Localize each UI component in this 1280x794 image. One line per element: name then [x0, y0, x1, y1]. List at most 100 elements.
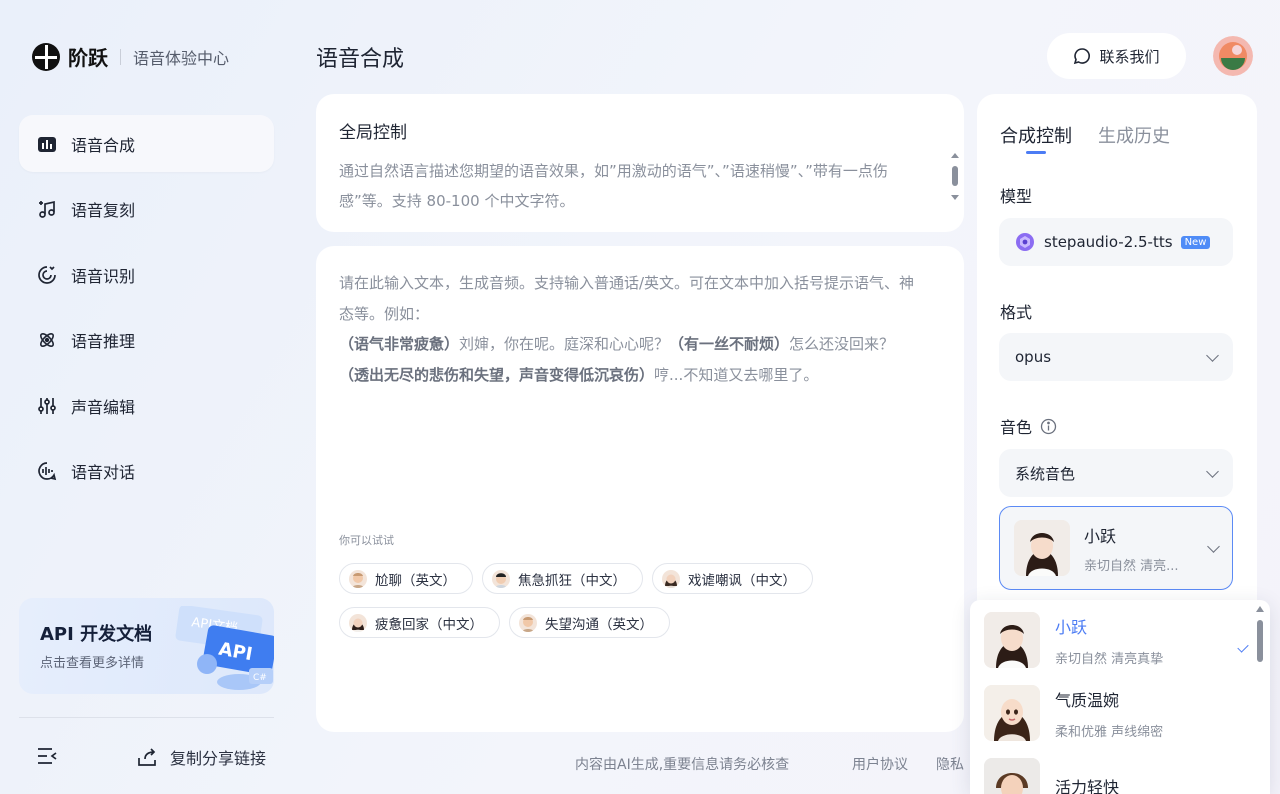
- brand-divider: [120, 48, 121, 65]
- collapse-menu-icon: [38, 748, 57, 764]
- chip-label: 失望沟通（英文）: [545, 616, 653, 633]
- text-input-area[interactable]: 请在此输入文本，生成音频。支持输入普通话/英文。可在文本中加入括号提示语气、神态…: [339, 268, 924, 390]
- voice-category-value: 系统音色: [1015, 464, 1076, 483]
- api-illustration-icon: API文档 API C#: [175, 606, 274, 690]
- collapse-sidebar-button[interactable]: [36, 745, 58, 771]
- example-text: 哼...不知道又去哪里了。: [654, 365, 819, 384]
- active-tab-indicator: [1026, 151, 1046, 154]
- voice-option-name: 活力轻快: [1055, 778, 1120, 794]
- tab-generation-history[interactable]: 生成历史: [1098, 122, 1170, 148]
- sidebar-item-speech-recognition[interactable]: 语音识别: [19, 246, 274, 303]
- example-emotion-tag: （有一丝不耐烦）: [669, 335, 790, 353]
- privacy-link[interactable]: 隐私: [936, 754, 964, 774]
- chip-label: 尬聊（英文）: [375, 572, 456, 589]
- global-control-scrollbar[interactable]: [950, 149, 960, 204]
- info-icon[interactable]: [1040, 418, 1057, 435]
- voice-option[interactable]: 活力轻快: [984, 758, 1119, 794]
- sidebar-item-speech-synthesis[interactable]: 语音合成: [19, 115, 274, 172]
- example-text: 刘婶，你在呢。庭深和心心呢？: [459, 335, 670, 353]
- brand-name: 阶跃: [68, 46, 108, 70]
- chip-avatar: [349, 613, 367, 632]
- sidebar-item-label: 语音推理: [71, 332, 136, 351]
- recognition-icon: [37, 265, 57, 285]
- sidebar-item-speech-reasoning[interactable]: 语音推理: [19, 312, 274, 369]
- example-chip[interactable]: 焦急抓狂（中文）: [482, 563, 643, 594]
- example-emotion-tag: （透出无尽的悲伤和失望，声音变得低沉哀伤）: [339, 365, 655, 384]
- voice-option[interactable]: 气质温婉 柔和优雅 声线绵密: [984, 685, 1163, 741]
- chip-label: 戏谑嘲讽（中文）: [688, 572, 796, 589]
- sidebar-item-label: 语音复刻: [71, 201, 136, 220]
- voice-label: 音色: [1000, 418, 1033, 437]
- voice-option-name: 小跃: [1055, 617, 1088, 637]
- voice-option-avatar: [984, 685, 1040, 741]
- sliders-icon: [37, 396, 57, 416]
- example-emotion-tag: （语气非常疲惫）: [339, 335, 460, 353]
- voice-avatar: [1014, 520, 1070, 576]
- copy-share-link-button[interactable]: 复制分享链接: [136, 745, 266, 769]
- brand-logo[interactable]: 阶跃 语音体验中心: [32, 42, 229, 71]
- waveform-chart-icon: [37, 134, 57, 154]
- check-icon: [1237, 641, 1249, 653]
- global-control-input[interactable]: 通过自然语言描述您期望的语音效果，如”用激动的语气”、”语速稍慢”、”带有一点伤…: [339, 156, 924, 216]
- voice-option-avatar: [984, 612, 1040, 668]
- share-icon: [138, 748, 156, 766]
- voice-dropdown-scrollbar[interactable]: [1254, 600, 1266, 794]
- sidebar-item-voice-dialogue[interactable]: 语音对话: [19, 443, 274, 500]
- example-chip[interactable]: 失望沟通（英文）: [509, 607, 670, 638]
- music-sparkle-icon: [37, 199, 57, 219]
- sidebar-item-voice-editing[interactable]: 声音编辑: [19, 377, 274, 434]
- example-chip[interactable]: 尬聊（英文）: [339, 563, 473, 594]
- voice-option-avatar: [984, 758, 1040, 794]
- example-chip[interactable]: 疲惫回家（中文）: [339, 607, 500, 638]
- model-logo-icon: [1016, 233, 1034, 251]
- sidebar-item-voice-clone[interactable]: 语音复刻: [19, 181, 274, 238]
- voice-select[interactable]: 小跃 亲切自然 清亮...: [999, 506, 1233, 590]
- voice-option[interactable]: 小跃 亲切自然 清亮真挚: [984, 612, 1249, 668]
- chip-avatar: [662, 569, 680, 588]
- voice-option-desc: 柔和优雅 声线绵密: [1055, 724, 1164, 740]
- chip-label: 焦急抓狂（中文）: [518, 572, 626, 589]
- model-select[interactable]: stepaudio-2.5-tts New: [999, 218, 1233, 266]
- example-chips: 尬聊（英文） 焦急抓狂（中文） 戏谑嘲讽（中文） 疲惫回家（中文） 失望沟通（英…: [339, 563, 859, 638]
- contact-us-label: 联系我们: [1099, 47, 1160, 66]
- user-avatar[interactable]: [1213, 36, 1253, 76]
- voice-category-select[interactable]: 系统音色: [999, 449, 1233, 497]
- model-label: 模型: [1000, 187, 1033, 206]
- sidebar-item-label: 语音合成: [71, 135, 136, 155]
- ai-content-notice: 内容由AI生成,重要信息请务必核查: [575, 757, 790, 773]
- chip-avatar: [349, 569, 367, 588]
- model-value: stepaudio-2.5-tts: [1044, 233, 1173, 251]
- api-docs-title: API 开发文档: [40, 624, 153, 645]
- example-text: 怎么还没回来？: [789, 335, 895, 353]
- chat-bubble-icon: [1074, 48, 1091, 65]
- voice-option-name: 气质温婉: [1055, 690, 1120, 710]
- brand-mark-icon: [32, 42, 60, 71]
- chevron-down-icon: [1206, 348, 1219, 362]
- sidebar-item-label: 声音编辑: [71, 397, 136, 417]
- selected-voice-desc: 亲切自然 清亮...: [1084, 558, 1179, 574]
- format-select[interactable]: opus: [999, 333, 1233, 381]
- global-control-title: 全局控制: [339, 123, 407, 143]
- text-input-card[interactable]: 请在此输入文本，生成音频。支持输入普通话/英文。可在文本中加入括号提示语气、神态…: [316, 246, 964, 732]
- sidebar-divider: [19, 717, 274, 718]
- contact-us-button[interactable]: 联系我们: [1047, 33, 1186, 79]
- atom-icon: [37, 330, 57, 350]
- chevron-down-icon: [1206, 464, 1219, 478]
- voice-option-desc: 亲切自然 清亮真挚: [1055, 651, 1164, 667]
- selected-voice-name: 小跃: [1084, 526, 1117, 546]
- voice-label-row: 音色: [1000, 414, 1057, 438]
- tab-synthesis-control[interactable]: 合成控制: [1000, 122, 1072, 148]
- brand-subtitle: 语音体验中心: [133, 48, 230, 68]
- voice-dropdown: 小跃 亲切自然 清亮真挚 气质温婉 柔和优雅 声线绵密 活力轻快: [970, 600, 1270, 794]
- example-chip[interactable]: 戏谑嘲讽（中文）: [652, 563, 813, 594]
- api-docs-card[interactable]: API 开发文档 点击查看更多详情 API文档 API C#: [19, 598, 274, 694]
- chip-avatar: [492, 569, 510, 588]
- text-input-placeholder: 请在此输入文本，生成音频。支持输入普通话/英文。可在文本中加入括号提示语气、神态…: [339, 274, 915, 323]
- try-examples-label: 你可以试试: [339, 534, 394, 547]
- sidebar-nav: 语音合成 语音复刻 语音识别 语音推理 声音编辑 语音对话: [19, 115, 274, 508]
- api-art-tag-label: C#: [253, 673, 267, 683]
- global-control-card[interactable]: 全局控制 通过自然语言描述您期望的语音效果，如”用激动的语气”、”语速稍慢”、”…: [316, 94, 964, 232]
- chip-avatar: [519, 613, 537, 632]
- user-agreement-link[interactable]: 用户协议: [852, 754, 908, 774]
- chevron-down-icon: [1207, 539, 1220, 553]
